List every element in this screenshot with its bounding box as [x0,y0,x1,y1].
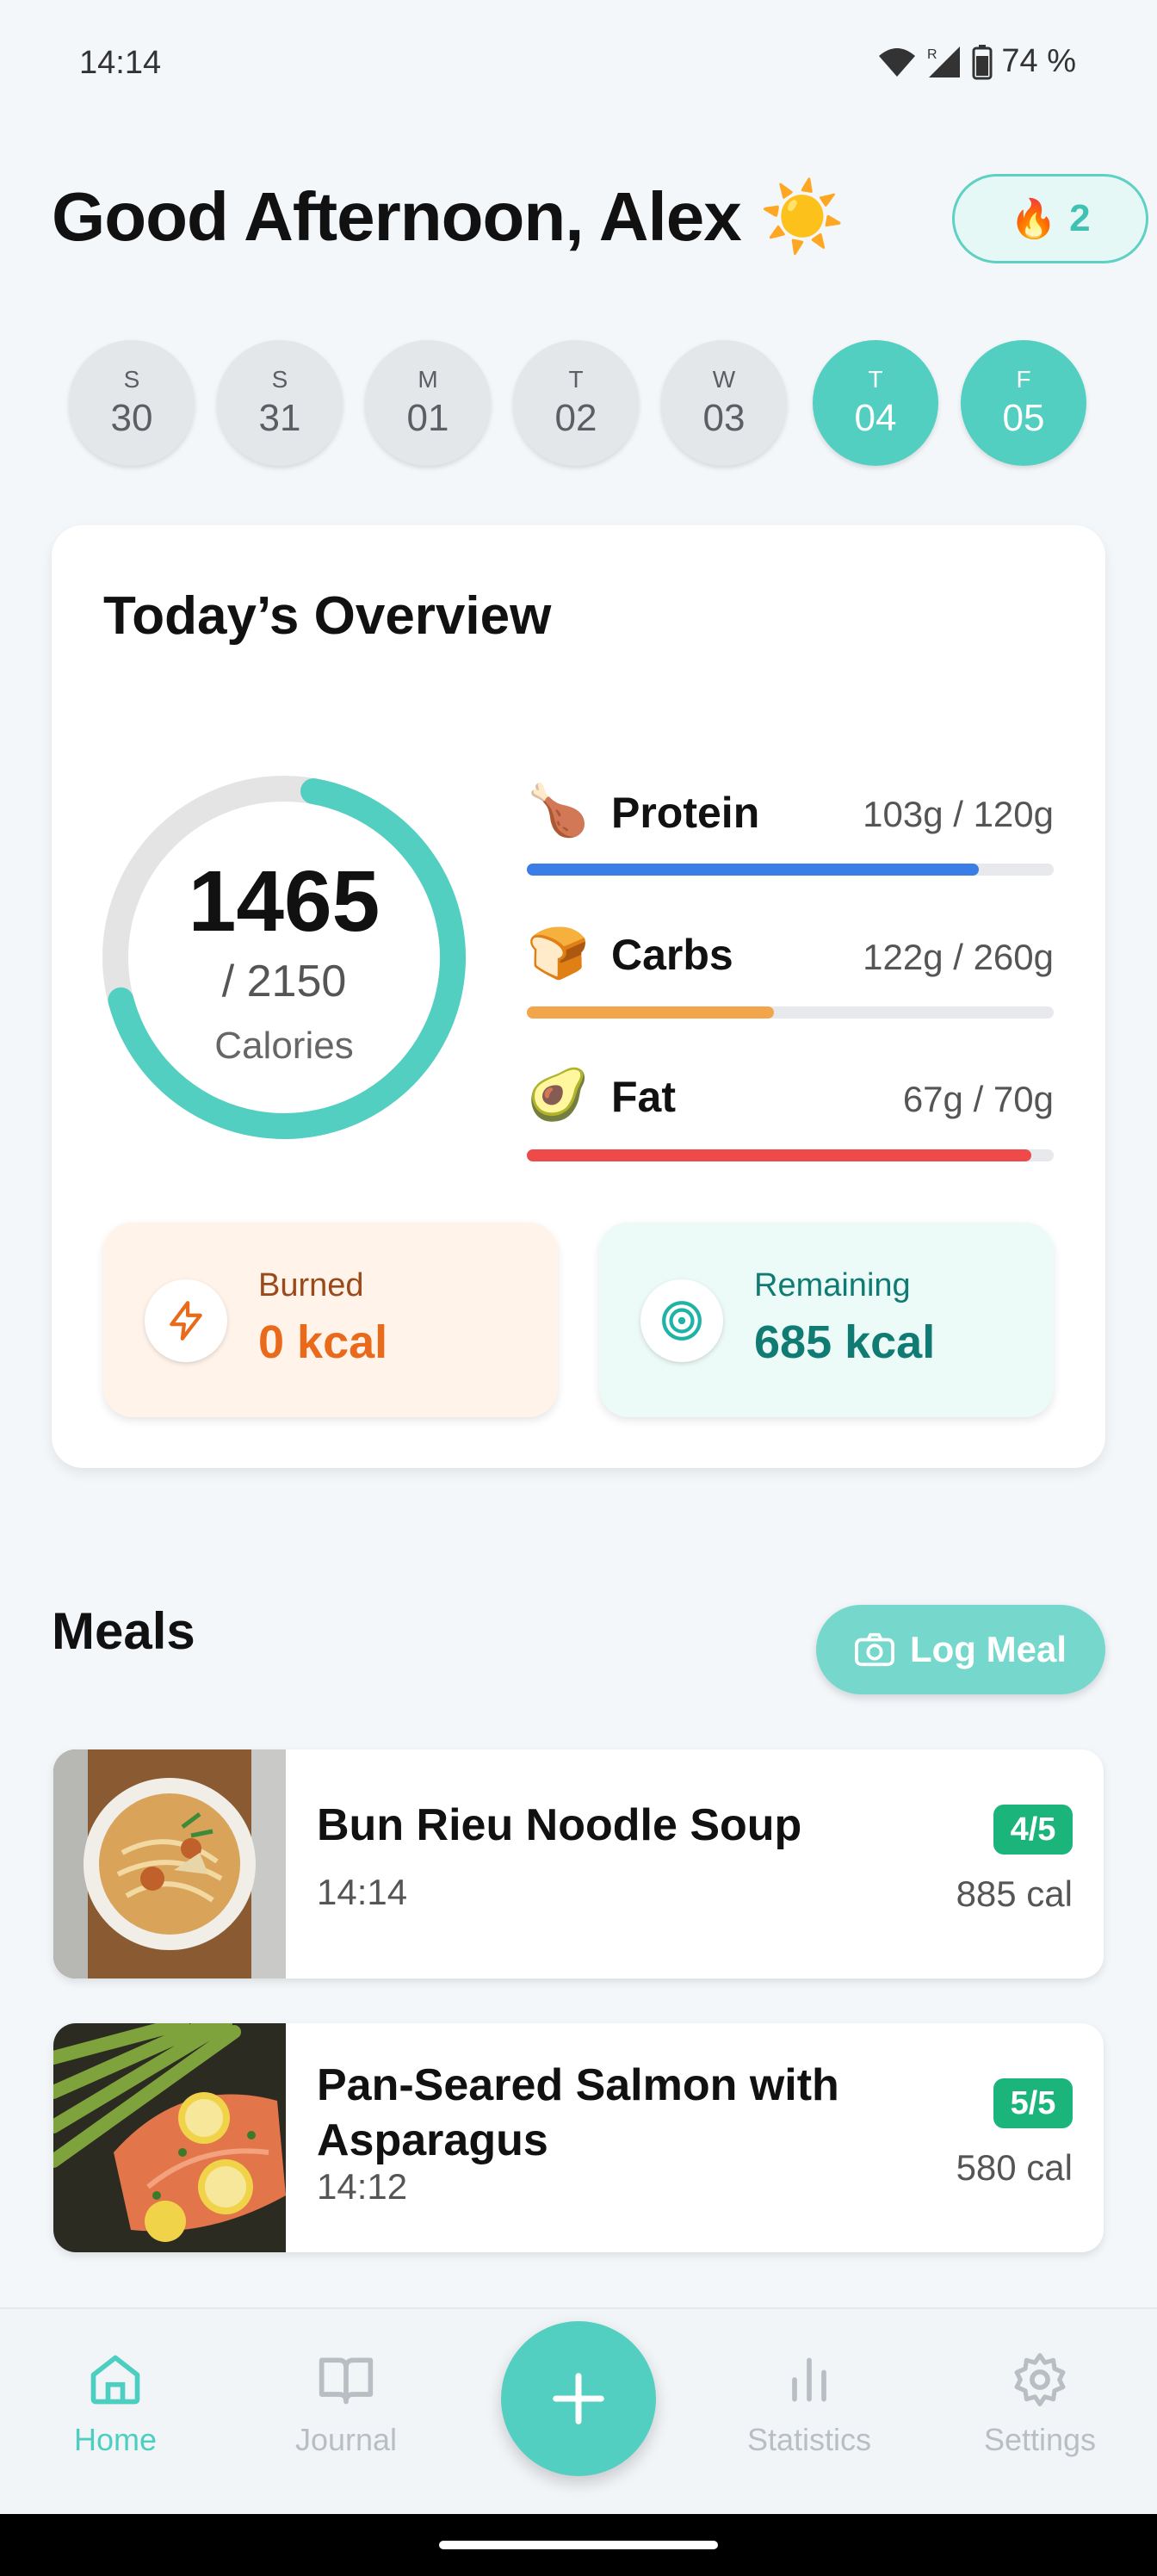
meal-photo-noodle-soup [53,1749,286,1978]
plus-icon [553,2373,604,2424]
bar-chart-icon [792,2357,826,2402]
day-chip[interactable]: T 02 [513,340,639,466]
day-chip-selected[interactable]: T 04 [813,340,938,466]
flame-icon: 🔥 [1010,198,1058,240]
calories-goal: / 2150 [221,957,347,1006]
sun-icon: ☀️ [758,178,845,255]
meal-time: 14:14 [317,1872,408,1912]
fat-label: Fat [611,1073,676,1121]
calories-label: Calories [214,1025,354,1067]
status-icons: R 74 % [877,43,1076,80]
battery-level: 74 % [1001,43,1076,79]
bread-icon: 🍞 [527,926,590,981]
status-time: 14:14 [79,45,162,81]
remaining-tile[interactable]: Remaining 685 kcal [599,1223,1054,1417]
add-button[interactable] [501,2321,656,2476]
meal-rating-badge: 4/5 [993,1805,1073,1855]
streak-badge[interactable]: 🔥 2 [952,174,1148,263]
nav-journal[interactable]: Journal [251,2350,441,2458]
meal-name: Bun Rieu Noodle Soup [317,1800,802,1850]
home-icon [90,2355,140,2405]
meals-title: Meals [52,1602,195,1660]
meal-card[interactable]: Pan-Seared Salmon with Asparagus 14:12 5… [53,2023,1104,2252]
meal-time: 14:12 [317,2166,408,2207]
carbs-value: 122g / 260g [863,937,1054,977]
carbs-progress-fill [527,1006,775,1019]
protein-progress-bar [527,864,1054,876]
meal-calories: 580 cal [956,2147,1073,2188]
nav-home[interactable]: Home [21,2350,210,2458]
svg-text:R: R [927,47,937,62]
day-chip[interactable]: S 30 [69,340,195,466]
fat-progress-fill [527,1149,1031,1161]
burned-label: Burned [258,1267,364,1303]
signal-icon: R [927,46,961,77]
meal-photo-salmon [53,2023,286,2252]
camera-icon [854,1632,894,1667]
home-indicator[interactable] [439,2541,718,2549]
greeting-title: Good Afternoon, Alex ☀️ [52,178,845,255]
burned-value: 0 kcal [258,1316,388,1368]
fat-progress-bar [527,1149,1054,1161]
protein-progress-fill [527,864,980,876]
book-icon [319,2357,374,2405]
calories-consumed: 1465 [188,853,381,950]
day-chip[interactable]: M 01 [365,340,491,466]
nav-statistics[interactable]: Statistics [715,2350,904,2458]
lightning-icon [145,1279,227,1362]
protein-value: 103g / 120g [863,794,1054,834]
battery-icon [972,44,993,79]
overview-title: Today’s Overview [103,586,552,646]
meal-rating-badge: 5/5 [993,2078,1073,2128]
gear-icon [1014,2353,1066,2406]
carbs-label: Carbs [611,931,733,979]
avocado-icon: 🥑 [527,1067,590,1123]
day-chip-selected[interactable]: F 05 [961,340,1086,466]
fat-value: 67g / 70g [902,1079,1054,1119]
nav-settings[interactable]: Settings [945,2350,1135,2458]
day-selector: S 30 S 31 M 01 T 02 W 03 T 04 F 05 [69,340,1093,466]
wifi-icon [879,47,916,77]
streak-count: 2 [1069,197,1091,239]
target-icon [640,1279,723,1362]
day-chip[interactable]: S 31 [217,340,343,466]
status-bar: 14:14 R 74 % [0,0,1157,129]
protein-label: Protein [611,789,760,837]
protein-icon: 🍗 [527,783,590,839]
remaining-value: 685 kcal [754,1316,936,1368]
remaining-label: Remaining [754,1267,911,1303]
carbs-progress-bar [527,1006,1054,1019]
meal-card[interactable]: Bun Rieu Noodle Soup 14:14 4/5 885 cal [53,1749,1104,1978]
meal-calories: 885 cal [956,1873,1073,1914]
day-chip[interactable]: W 03 [661,340,787,466]
burned-tile[interactable]: Burned 0 kcal [103,1223,558,1417]
log-meal-button[interactable]: Log Meal [816,1605,1105,1694]
